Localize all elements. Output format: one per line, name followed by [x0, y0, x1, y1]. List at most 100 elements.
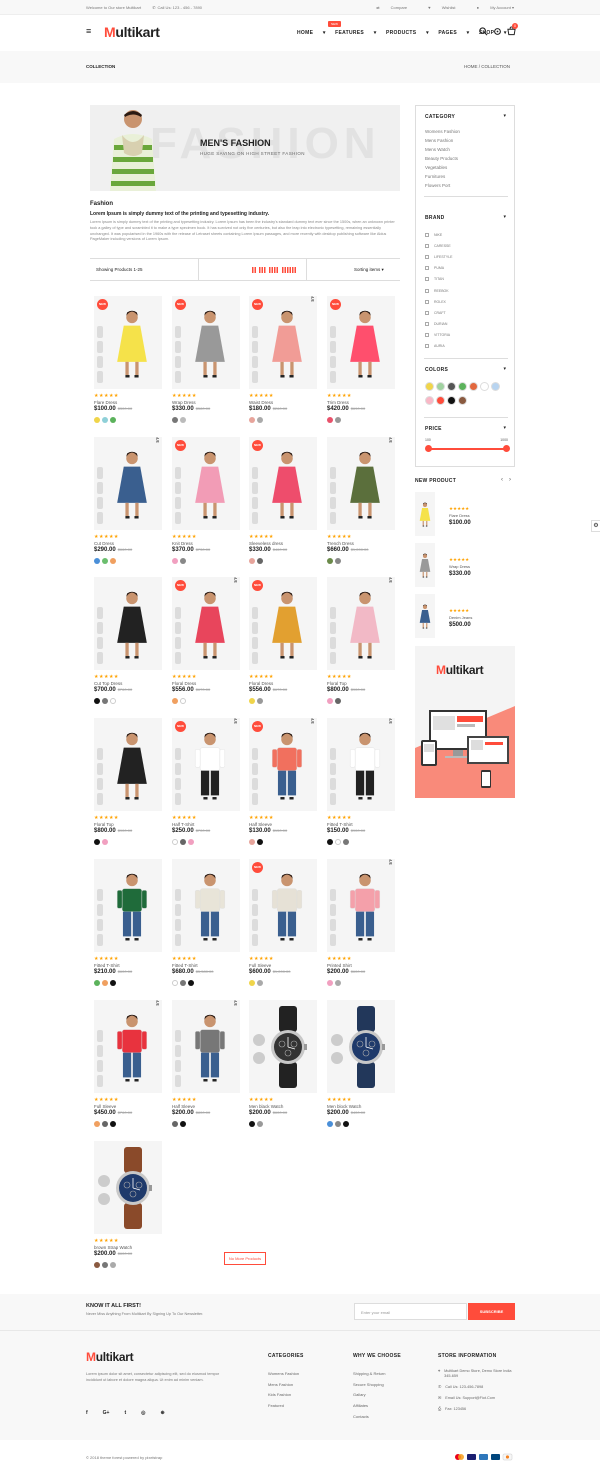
color-option[interactable]	[102, 698, 108, 704]
category-item[interactable]: Furnitures	[425, 172, 460, 181]
color-option[interactable]	[180, 839, 186, 845]
product-card[interactable]: NEW ★★★★★ Sleeveless dress $330.00 $460.00	[249, 437, 317, 564]
footer-category-link[interactable]: Womens Fashion	[268, 1369, 299, 1380]
category-item[interactable]: Mens Fashion	[425, 136, 460, 145]
color-filter-swatch[interactable]	[436, 382, 445, 391]
product-name[interactable]: Half Sleeve	[172, 1104, 240, 1109]
color-option[interactable]	[172, 558, 178, 564]
product-name[interactable]: Half Sleeve	[249, 822, 317, 827]
color-filter-swatch[interactable]	[480, 382, 489, 391]
brand-checkbox[interactable]	[425, 322, 429, 327]
color-option[interactable]	[188, 980, 194, 986]
twitter-icon[interactable]: t	[124, 1410, 126, 1416]
footer-why-link[interactable]: Shipping & Return	[353, 1369, 385, 1380]
product-name[interactable]: Half T-Shirt	[172, 822, 240, 827]
product-name[interactable]: Sleeveless dress	[249, 541, 317, 546]
color-option[interactable]	[327, 980, 333, 986]
product-card[interactable]: NEW ON SALE ★★★★★Half Sleeve$130.00$150.00	[249, 718, 317, 845]
product-name[interactable]: Printed Shirt	[327, 963, 395, 968]
color-option[interactable]	[172, 839, 178, 845]
color-option[interactable]	[180, 417, 186, 423]
product-card[interactable]: NEW ON SALE ★★★★★Half T-Shirt$250.00$700.0…	[172, 718, 240, 845]
product-name[interactable]: Men block Watch	[327, 1104, 395, 1109]
color-option[interactable]	[188, 839, 194, 845]
brand-filter-item[interactable]: REEBOK	[425, 285, 452, 296]
logo[interactable]: Multikart	[104, 24, 160, 40]
color-option[interactable]	[249, 1121, 255, 1127]
brand-filter-item[interactable]: CARESSE	[425, 240, 452, 251]
product-card[interactable]: ★★★★★ Men block Watch $200.00 $400.00	[327, 1000, 395, 1127]
product-name[interactable]: Wrap Dress	[172, 400, 240, 405]
brand-checkbox[interactable]	[425, 344, 429, 349]
facebook-icon[interactable]: f	[86, 1410, 88, 1416]
product-card[interactable]: ★★★★★ Cut Top Dress $700.00 $760.00	[94, 577, 162, 704]
product-name[interactable]: Fitted T-Shirt	[94, 963, 162, 968]
product-name[interactable]: Trench Dress	[327, 541, 395, 546]
product-image[interactable]: ON SALE	[327, 718, 395, 811]
color-option[interactable]	[327, 558, 333, 564]
brand-checkbox[interactable]	[425, 310, 429, 315]
product-name[interactable]: Men black Watch	[249, 1104, 317, 1109]
product-name[interactable]: brown Strap Watch	[94, 1245, 162, 1250]
price-slider-track[interactable]	[427, 448, 507, 450]
color-option[interactable]	[94, 980, 100, 986]
color-option[interactable]	[335, 839, 341, 845]
category-item[interactable]: Mens Watch	[425, 145, 460, 154]
new-product-item[interactable]: ★★★★★ Flare Dress $100.00	[415, 492, 515, 536]
product-card[interactable]: ON SALE ★★★★★Full Sleeve$450.00$760.00	[94, 1000, 162, 1127]
new-product-name[interactable]: Flare Dress	[449, 513, 470, 518]
product-name[interactable]: Floral Top	[94, 822, 162, 827]
color-option[interactable]	[94, 1121, 100, 1127]
product-card[interactable]: NEW ★★★★★ Knit Dress $370.00 $730.00	[172, 437, 240, 564]
new-product-item[interactable]: ★★★★★ Wrap Dress $330.00	[415, 543, 515, 587]
new-product-name[interactable]: Wrap Dress	[449, 564, 470, 569]
product-image[interactable]	[94, 1141, 162, 1234]
brand-filter-item[interactable]: PUMA	[425, 263, 452, 274]
color-option[interactable]	[249, 980, 255, 986]
product-card[interactable]: ON SALE ★★★★★Half Sleeve$200.00$800.00	[172, 1000, 240, 1127]
product-image[interactable]: NEW	[249, 859, 317, 952]
sidebar-promo-banner[interactable]: Multikart	[415, 646, 515, 798]
color-option[interactable]	[110, 698, 116, 704]
color-option[interactable]	[335, 980, 341, 986]
category-item[interactable]: Flowers Port	[425, 181, 460, 190]
color-option[interactable]	[110, 558, 116, 564]
color-filter-swatch[interactable]	[458, 382, 467, 391]
product-image[interactable]: NEW	[94, 296, 162, 389]
color-option[interactable]	[343, 839, 349, 845]
brand-checkbox[interactable]	[425, 277, 429, 282]
newsletter-email-input[interactable]: Enter your email	[354, 1303, 467, 1320]
product-card[interactable]: ON SALE ★★★★★Fitted T-Shirt$150.00$900.00	[327, 718, 395, 845]
new-product-next-arrow[interactable]: ›	[509, 477, 511, 483]
color-filter-swatch[interactable]	[425, 396, 434, 405]
gear-icon[interactable]	[493, 27, 502, 38]
brand-checkbox[interactable]	[425, 333, 429, 338]
product-image[interactable]	[172, 859, 240, 952]
color-option[interactable]	[343, 1121, 349, 1127]
price-slider-max-handle[interactable]	[503, 445, 510, 452]
product-image[interactable]: ON SALE	[327, 859, 395, 952]
color-option[interactable]	[257, 1121, 263, 1127]
color-option[interactable]	[327, 1121, 333, 1127]
product-name[interactable]: Floral Dress	[172, 681, 240, 686]
brand-checkbox[interactable]	[425, 288, 429, 293]
color-filter-swatch[interactable]	[491, 382, 500, 391]
footer-why-link[interactable]: Gallary	[353, 1390, 385, 1401]
product-name[interactable]: Fitted T-Shirt	[172, 963, 240, 968]
product-image[interactable]	[94, 718, 162, 811]
brand-checkbox[interactable]	[425, 243, 429, 248]
color-option[interactable]	[249, 839, 255, 845]
product-card[interactable]: ★★★★★ Men black Watch $200.00 $600.00	[249, 1000, 317, 1127]
product-image[interactable]: ON SALE	[94, 1000, 162, 1093]
footer-why-link[interactable]: Secure Shopping	[353, 1380, 385, 1391]
color-option[interactable]	[335, 1121, 341, 1127]
footer-category-link[interactable]: Kids Fashion	[268, 1390, 299, 1401]
product-card[interactable]: ON SALE ★★★★★Trench Dress$660.00$1,200.00	[327, 437, 395, 564]
product-image[interactable]	[249, 1000, 317, 1093]
product-name[interactable]: Cut Dress	[94, 541, 162, 546]
color-option[interactable]	[172, 698, 178, 704]
product-name[interactable]: Full Sleeve	[94, 1104, 162, 1109]
color-option[interactable]	[257, 558, 263, 564]
category-item[interactable]: Womens Fashion	[425, 127, 460, 136]
hamburger-menu-icon[interactable]: ≡	[86, 26, 91, 36]
